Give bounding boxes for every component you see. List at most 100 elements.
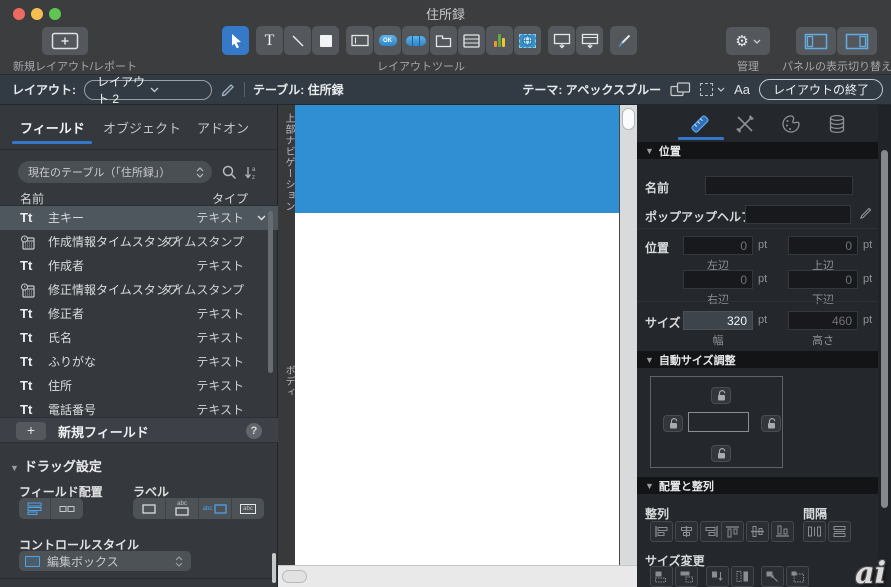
- anchor-top-lock-button[interactable]: [711, 387, 731, 404]
- table-row[interactable]: 作成情報タイムスタンプ タイムスタンプ: [0, 230, 278, 254]
- label-none-button[interactable]: [133, 498, 166, 519]
- autosize-section-title: 自動サイズ調整: [659, 352, 736, 368]
- layout-selector-dropdown[interactable]: レイアウト 2: [84, 80, 212, 100]
- table-row[interactable]: Tt 電話番号 テキスト: [0, 398, 278, 417]
- width-label: 幅: [683, 332, 753, 348]
- toggle-left-panel-button[interactable]: [796, 27, 836, 55]
- tooltip-input[interactable]: [745, 205, 851, 224]
- label-left-button[interactable]: abc: [199, 498, 232, 519]
- popover-tool-button[interactable]: [548, 26, 575, 55]
- line-tool-button[interactable]: [284, 26, 311, 55]
- web-viewer-globe-icon: [519, 34, 536, 48]
- anchor-right-lock-button[interactable]: [761, 415, 781, 432]
- inspector-scrollbar-thumb[interactable]: [881, 150, 888, 508]
- format-painter-tool-button[interactable]: [610, 26, 637, 55]
- label-above-button[interactable]: abc: [166, 498, 199, 519]
- align-bottom-button[interactable]: [771, 521, 794, 542]
- position-left-input[interactable]: [683, 236, 753, 255]
- canvas-vertical-scrollbar[interactable]: [619, 105, 637, 565]
- text-tool-button[interactable]: T: [256, 26, 283, 55]
- table-row[interactable]: Tt 氏名 テキスト: [0, 326, 278, 350]
- anchor-bottom-lock-button[interactable]: [711, 445, 731, 462]
- position-right-input[interactable]: [683, 270, 753, 289]
- left-panel-tabs: フィールド オブジェクト アドオン: [0, 105, 277, 150]
- left-panel-scrollbar[interactable]: [272, 553, 276, 583]
- resize-largest-both-button[interactable]: [786, 566, 809, 587]
- resize-smallest-height-button[interactable]: [706, 566, 729, 587]
- tab-addons[interactable]: アドオン: [197, 118, 249, 137]
- placement-side-by-side-button[interactable]: [51, 498, 82, 519]
- label-inside-button[interactable]: abc: [232, 498, 264, 519]
- position-bottom-input[interactable]: [788, 270, 858, 289]
- layout-canvas[interactable]: [295, 105, 619, 565]
- arrange-section-header[interactable]: ▼配置と整列: [637, 477, 878, 494]
- text-formatting-icon[interactable]: Aa: [734, 82, 750, 97]
- table-row[interactable]: Tt 修正者 テキスト: [0, 302, 278, 326]
- resize-largest-height-button[interactable]: [731, 566, 754, 587]
- part-label-top-navigation[interactable]: 上部ナビゲーション: [281, 113, 296, 212]
- tab-control-tool-button[interactable]: [430, 26, 457, 55]
- position-top-input[interactable]: [788, 236, 858, 255]
- table-row[interactable]: Tt 住所 テキスト: [0, 374, 278, 398]
- tab-formatting[interactable]: [733, 111, 757, 137]
- position-section-header[interactable]: ▼位置: [637, 142, 878, 159]
- search-icon[interactable]: [220, 163, 238, 181]
- select-tool-button[interactable]: [222, 26, 249, 55]
- table-selector-dropdown[interactable]: 現在のテーブル（「住所録」）: [18, 161, 212, 183]
- edit-layout-pencil-icon[interactable]: [220, 82, 236, 98]
- field-tool-icon: [351, 34, 369, 47]
- add-field-button[interactable]: +: [16, 422, 46, 440]
- align-top-button[interactable]: [721, 521, 744, 542]
- manage-menu-button[interactable]: ⚙: [726, 27, 770, 55]
- object-name-input[interactable]: [705, 176, 853, 195]
- tab-data[interactable]: [825, 111, 849, 137]
- canvas-scrollbar-thumb[interactable]: [622, 108, 635, 130]
- width-input[interactable]: [683, 311, 753, 330]
- table-row[interactable]: Tt ふりがな テキスト: [0, 350, 278, 374]
- autosize-section-header[interactable]: ▼自動サイズ調整: [637, 351, 878, 368]
- align-left-button[interactable]: [650, 521, 673, 542]
- button-tool-button[interactable]: OK: [374, 26, 401, 55]
- shape-tool-button[interactable]: [312, 26, 339, 55]
- table-row[interactable]: Tt 作成者 テキスト: [0, 254, 278, 278]
- tooltip-edit-pencil-icon[interactable]: [859, 206, 873, 220]
- distribute-v-button[interactable]: [828, 521, 851, 542]
- web-viewer-tool-button[interactable]: [514, 26, 541, 55]
- chevron-down-icon[interactable]: [257, 215, 266, 221]
- resize-largest-width-button[interactable]: [675, 566, 698, 587]
- height-input[interactable]: [788, 311, 858, 330]
- panel-control-tool-button[interactable]: [576, 26, 603, 55]
- top-navigation-part[interactable]: [295, 105, 619, 213]
- exit-layout-button[interactable]: レイアウトの終了: [759, 79, 883, 100]
- active-inspector-tab-underline: [678, 137, 724, 140]
- tab-position[interactable]: [688, 111, 712, 137]
- table-row[interactable]: 修正情報タイムスタンプ タイムスタンプ: [0, 278, 278, 302]
- theme-swatches-icon[interactable]: [670, 82, 691, 97]
- grid-settings-dropdown[interactable]: [700, 83, 725, 96]
- align-middle-v-button[interactable]: [746, 521, 769, 542]
- anchor-left-lock-button[interactable]: [663, 415, 683, 432]
- table-row[interactable]: Tt 主キー テキスト: [0, 206, 278, 230]
- tab-appearance[interactable]: [779, 111, 803, 137]
- help-button[interactable]: ?: [246, 423, 262, 439]
- resize-smallest-both-button[interactable]: [761, 566, 784, 587]
- align-center-h-button[interactable]: [675, 521, 698, 542]
- field-tool-button[interactable]: [346, 26, 373, 55]
- field-list-scrollbar[interactable]: [268, 211, 273, 373]
- new-layout-report-button[interactable]: [42, 27, 88, 55]
- horizontal-scroll-pill[interactable]: [282, 570, 307, 583]
- control-style-dropdown[interactable]: 編集ボックス: [19, 551, 191, 571]
- resize-smallest-width-button[interactable]: [650, 566, 673, 587]
- drag-settings-header[interactable]: ▼ドラッグ設定: [10, 456, 102, 475]
- distribute-h-button[interactable]: [803, 521, 826, 542]
- chart-tool-button[interactable]: [486, 26, 513, 55]
- part-label-body[interactable]: ボディ: [281, 365, 296, 398]
- tab-fields[interactable]: フィールド: [20, 118, 85, 137]
- portal-tool-button[interactable]: [458, 26, 485, 55]
- toggle-right-panel-button[interactable]: [837, 27, 877, 55]
- align-right-button[interactable]: [700, 521, 723, 542]
- placement-stacked-button[interactable]: [19, 498, 51, 519]
- sort-az-icon[interactable]: az: [242, 163, 260, 181]
- button-bar-tool-button[interactable]: [402, 26, 429, 55]
- tab-objects[interactable]: オブジェクト: [103, 118, 181, 137]
